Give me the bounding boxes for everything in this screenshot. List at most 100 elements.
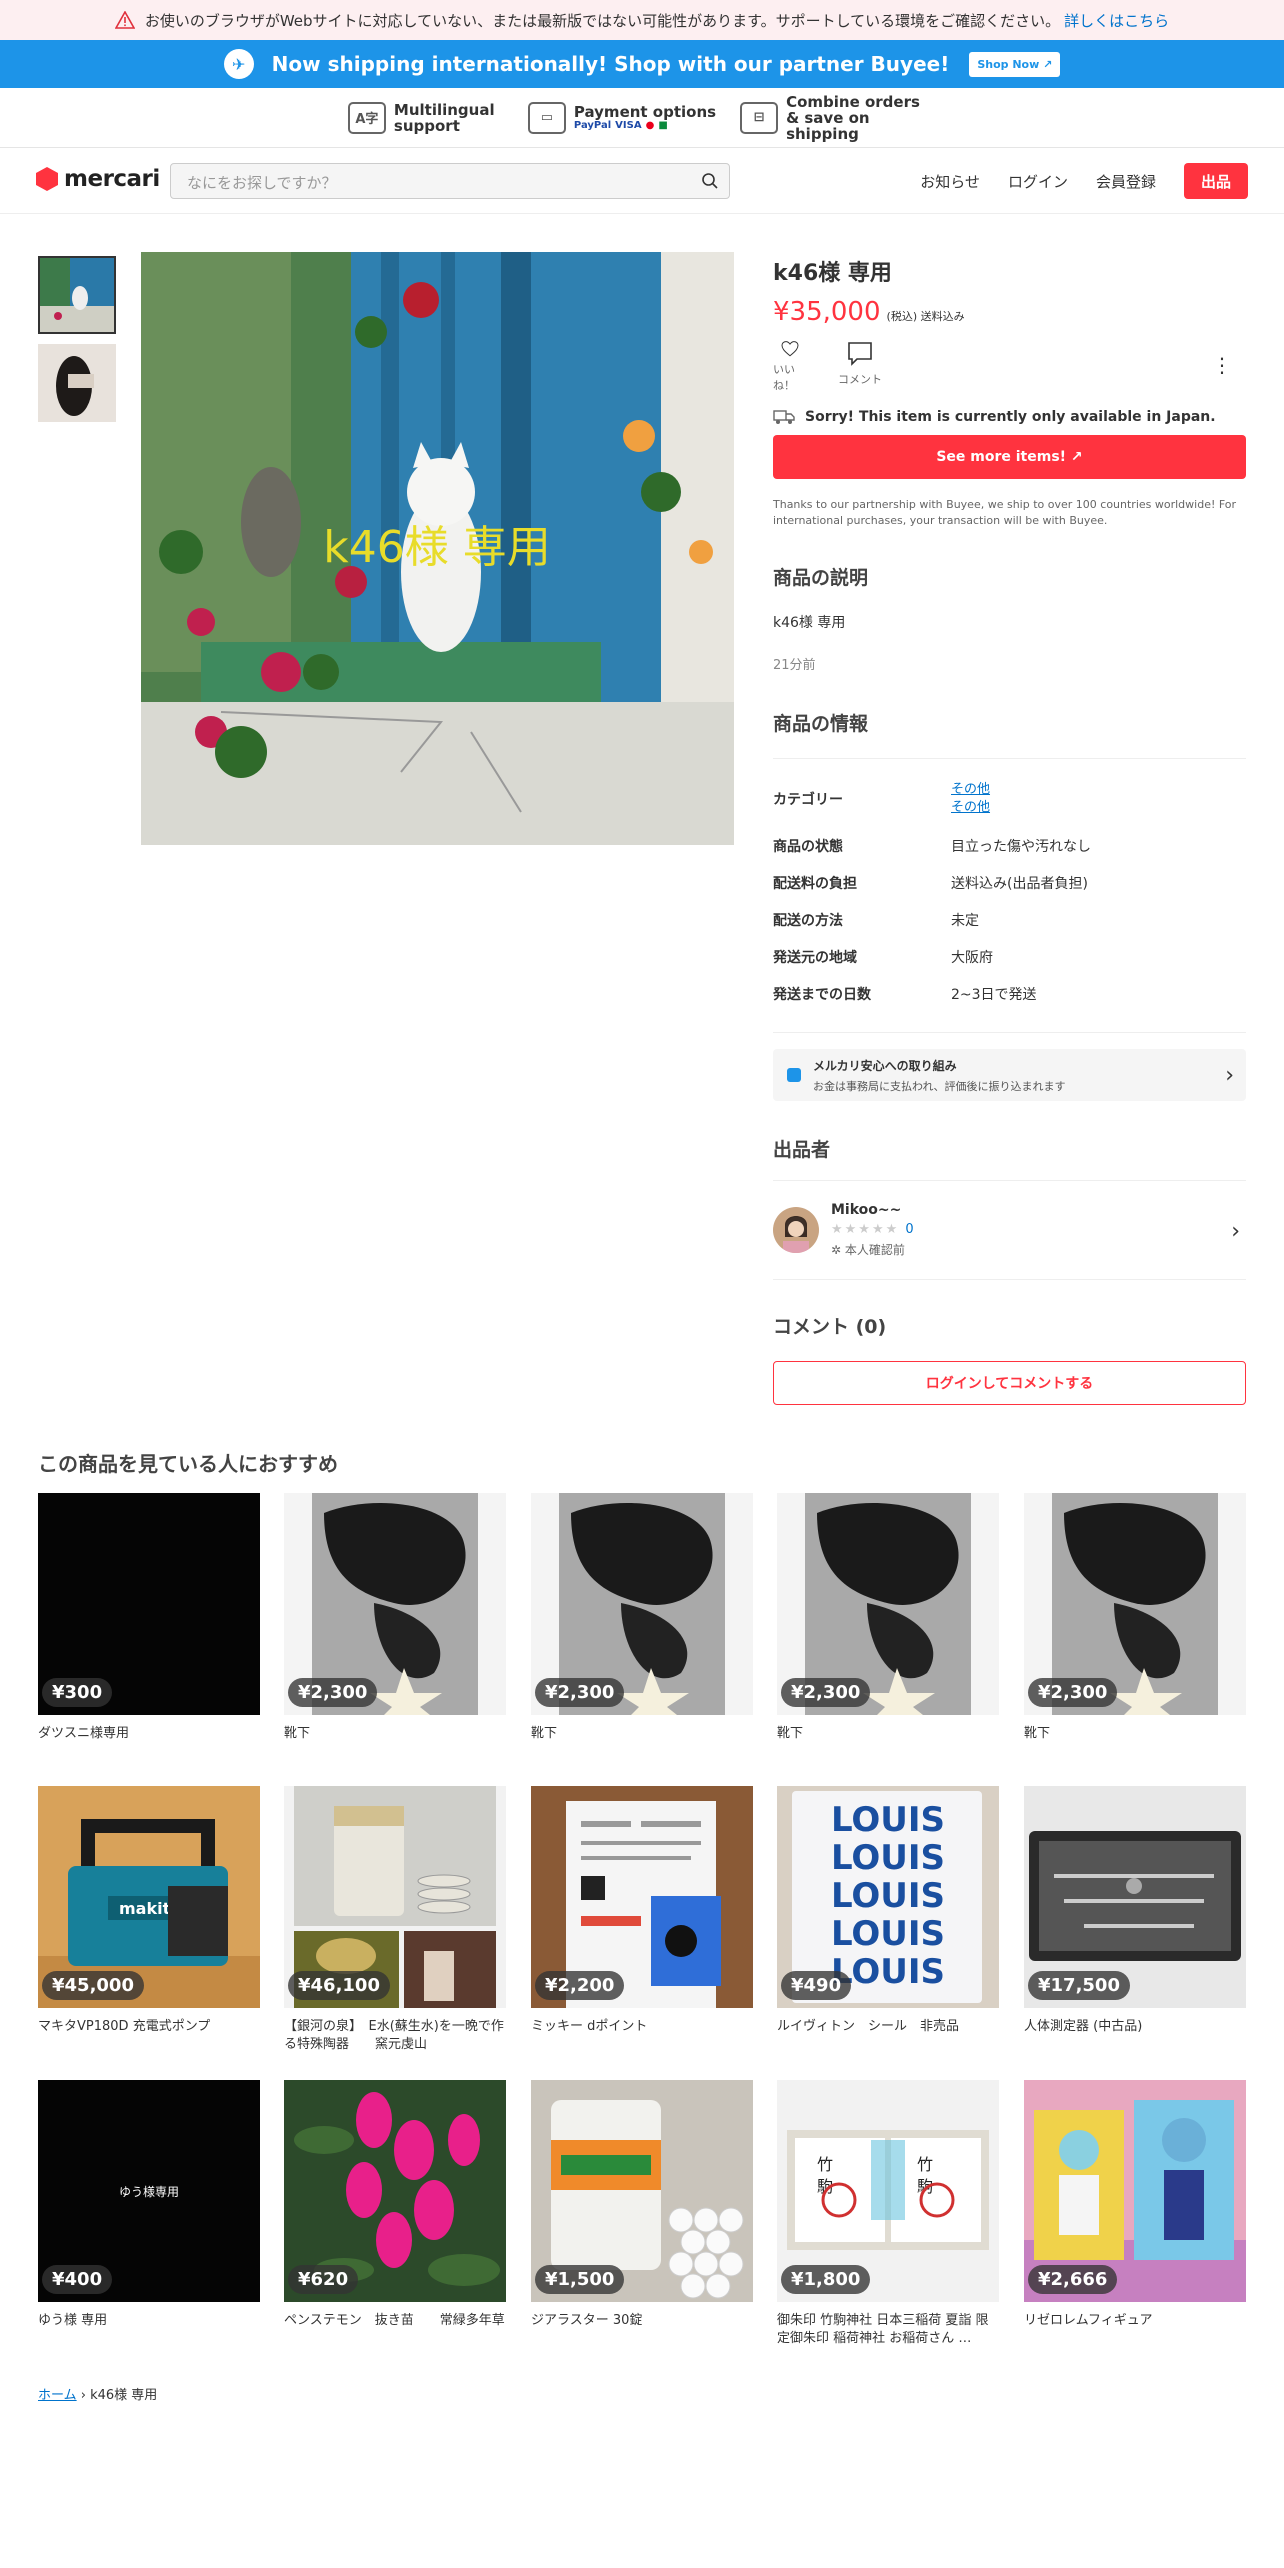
recommendation-image[interactable]: LOUIS LOUIS LOUIS LOUIS LOUIS ¥490 [777,1786,999,2008]
nav-login[interactable]: ログイン [1008,171,1068,192]
category-link-2[interactable]: その他 [951,799,990,817]
recommendation-price: ¥2,300 [535,1678,625,1707]
recommendation-name: 靴下 [1024,1726,1051,1741]
recommendation-image[interactable]: ¥620 [284,2080,506,2302]
item-price: ¥35,000 (税込) 送料込み [773,297,1246,327]
recommendation-price: ¥1,800 [781,2265,871,2294]
nav-notifications[interactable]: お知らせ [920,171,980,192]
badge-icon: ✲ [831,1243,842,1257]
recommendation-image[interactable]: ¥2,300 [531,1493,753,1715]
thumbnail-1[interactable] [38,256,116,334]
japan-only-notice: Sorry! This item is currently only avail… [773,409,1246,425]
seller-verification: ✲ 本人確認前 [831,1243,905,1257]
recommendation-image[interactable]: ¥2,200 [531,1786,753,2008]
recommendation-price: ¥2,666 [1028,2265,1118,2294]
recommendation-card[interactable]: ¥2,666 リゼロレムフィギュア [1024,2080,1246,2330]
jcb-icon: ■ [658,120,668,131]
thumbnail-2[interactable] [38,344,116,422]
recommendation-image[interactable]: ¥2,300 [777,1493,999,1715]
recommendation-card[interactable]: ¥620 ペンステモン 抜き苗 常緑多年草 [284,2080,506,2330]
search-input[interactable]: なにをお探しですか？ [170,163,730,199]
nav-signup[interactable]: 会員登録 [1096,171,1156,192]
mastercard-icon: ● [645,120,655,131]
recommendation-card[interactable]: ¥1,500 ジアラスター 30錠 [531,2080,753,2330]
seller-rating-count: 0 [905,1222,914,1237]
recommendation-name: ペンステモン 抜き苗 常緑多年草 [284,2313,505,2328]
buyee-logo-icon: ✈ [223,49,254,79]
recommendation-card[interactable]: LOUIS LOUIS LOUIS LOUIS LOUIS ¥490 ルイヴィトン シール … [777,1786,999,2036]
mercari-safety-link[interactable]: メルカリ安心への取り組み お金は事務局に支払われ、評価後に振り込まれます › [773,1049,1246,1101]
search-icon[interactable] [701,172,719,190]
recommendation-image[interactable]: ¥17,500 [1024,1786,1246,2008]
recommendation-card[interactable]: 竹駒竹駒 ¥1,800 御朱印 竹駒神社 日本三稲荷 夏詣 限定御朱印 稲荷神社 お… [777,2080,999,2348]
login-to-comment-button[interactable]: ログインしてコメントする [773,1361,1246,1405]
description-heading: 商品の説明 [773,567,869,589]
shop-now-button[interactable]: Shop Now ↗ [969,51,1061,77]
chevron-right-icon: › [1231,1219,1240,1244]
recommendation-price: ¥400 [42,2265,113,2294]
recommendation-image[interactable]: ¥2,300 [284,1493,506,1715]
info-key: カテゴリー [773,792,843,808]
header-nav: お知らせ ログイン 会員登録 出品 [920,163,1248,199]
recommendation-card[interactable]: ¥300 ダツスニ様専用 [38,1493,260,1743]
recommendation-card[interactable]: makita ¥45,000 マキタVP180D 充電式ポンプ [38,1786,260,2036]
comment-button[interactable]: コメント [835,341,885,393]
like-label: いいね！ [773,363,795,392]
info-key: 発送までの日数 [773,986,871,1003]
recommendation-card[interactable]: ¥2,300 靴下 [777,1493,999,1743]
recommendation-name: 【銀河の泉】 E水(蘇生水)を一晩で作る特殊陶器 窯元虔山 [284,2019,504,2052]
recommendation-name: ジアラスター 30錠 [531,2313,643,2328]
recommendation-image[interactable]: ¥2,666 [1024,2080,1246,2302]
main-product-image[interactable]: k46様 専用 [141,252,734,845]
recommendation-name: 靴下 [777,1726,804,1741]
posted-time: 21分前 [773,658,816,673]
recommendation-card[interactable]: ¥2,300 靴下 [284,1493,506,1743]
recommendation-name: ミッキー dポイント [531,2019,648,2034]
svg-text:LOUIS: LOUIS [831,1800,945,1840]
recommendation-image[interactable]: ¥300 [38,1493,260,1715]
recommendation-image[interactable]: ゆう様専用 ¥400 [38,2080,260,2302]
search-placeholder: なにをお探しですか？ [187,174,337,192]
heart-icon [781,341,799,357]
svg-text:竹: 竹 [917,2155,933,2174]
recommendation-name: 人体測定器 (中古品) [1024,2019,1143,2034]
recommendation-image[interactable]: makita ¥45,000 [38,1786,260,2008]
price-note: (税込) 送料込み [886,310,965,323]
recommendation-image[interactable]: ¥2,300 [1024,1493,1246,1715]
recommendation-image[interactable]: ¥46,100 [284,1786,506,2008]
recommendation-name: 靴下 [284,1726,311,1741]
item-title: k46様 専用 [773,261,892,286]
recommendation-image[interactable]: ¥1,500 [531,2080,753,2302]
recommendation-card[interactable]: ¥2,300 靴下 [1024,1493,1246,1743]
brand-name: mercari [64,166,160,192]
sell-button[interactable]: 出品 [1184,163,1248,199]
chevron-right-icon: › [1225,1062,1234,1088]
category-link-1[interactable]: その他 [951,781,990,799]
recommendation-card[interactable]: ゆう様専用 ¥400 ゆう様 専用 [38,2080,260,2330]
recommendation-name: 御朱印 竹駒神社 日本三稲荷 夏詣 限定御朱印 稲荷神社 お稲荷さん … [777,2313,989,2346]
recommendation-card[interactable]: ¥46,100 【銀河の泉】 E水(蘇生水)を一晩で作る特殊陶器 窯元虔山 [284,1786,506,2054]
recommendation-card[interactable]: ¥2,300 靴下 [531,1493,753,1743]
recommendation-price: ¥17,500 [1028,1971,1130,2000]
recommendation-card[interactable]: ¥17,500 人体測定器 (中古品) [1024,1786,1246,2036]
recommendation-price: ¥2,200 [535,1971,625,2000]
like-button[interactable]: いいね！ [773,341,807,393]
truck-icon [773,410,795,424]
breadcrumb: ホーム › k46様 専用 [38,2384,157,2403]
buyee-note: Thanks to our partnership with Buyee, we… [773,498,1237,527]
feature-multilingual: A字 Multilingual support [347,101,504,134]
warning-link[interactable]: 詳しくはこちら [1064,10,1169,31]
info-row: 発送までの日数 2~3日で発送 [773,975,1246,1012]
more-options-icon[interactable]: ⋮ [1212,353,1232,377]
recommendation-name: 靴下 [531,1726,558,1741]
see-more-items-button[interactable]: See more items! ↗ [773,435,1246,479]
card-icon: ▭ [527,101,566,134]
site-header: mercari なにをお探しですか？ お知らせ ログイン 会員登録 出品 [0,148,1284,214]
recommendation-image[interactable]: 竹駒竹駒 ¥1,800 [777,2080,999,2302]
mercari-logo[interactable]: mercari [36,166,160,192]
info-value: 送料込み(出品者負担) [951,875,1088,892]
breadcrumb-home[interactable]: ホーム [38,2388,77,2403]
recommendation-card[interactable]: ¥2,200 ミッキー dポイント [531,1786,753,2036]
seller-card[interactable]: Mikoo~~ ★★★★★ 0 ✲ 本人確認前 › [773,1180,1246,1280]
recommendation-price: ¥46,100 [288,1971,390,2000]
